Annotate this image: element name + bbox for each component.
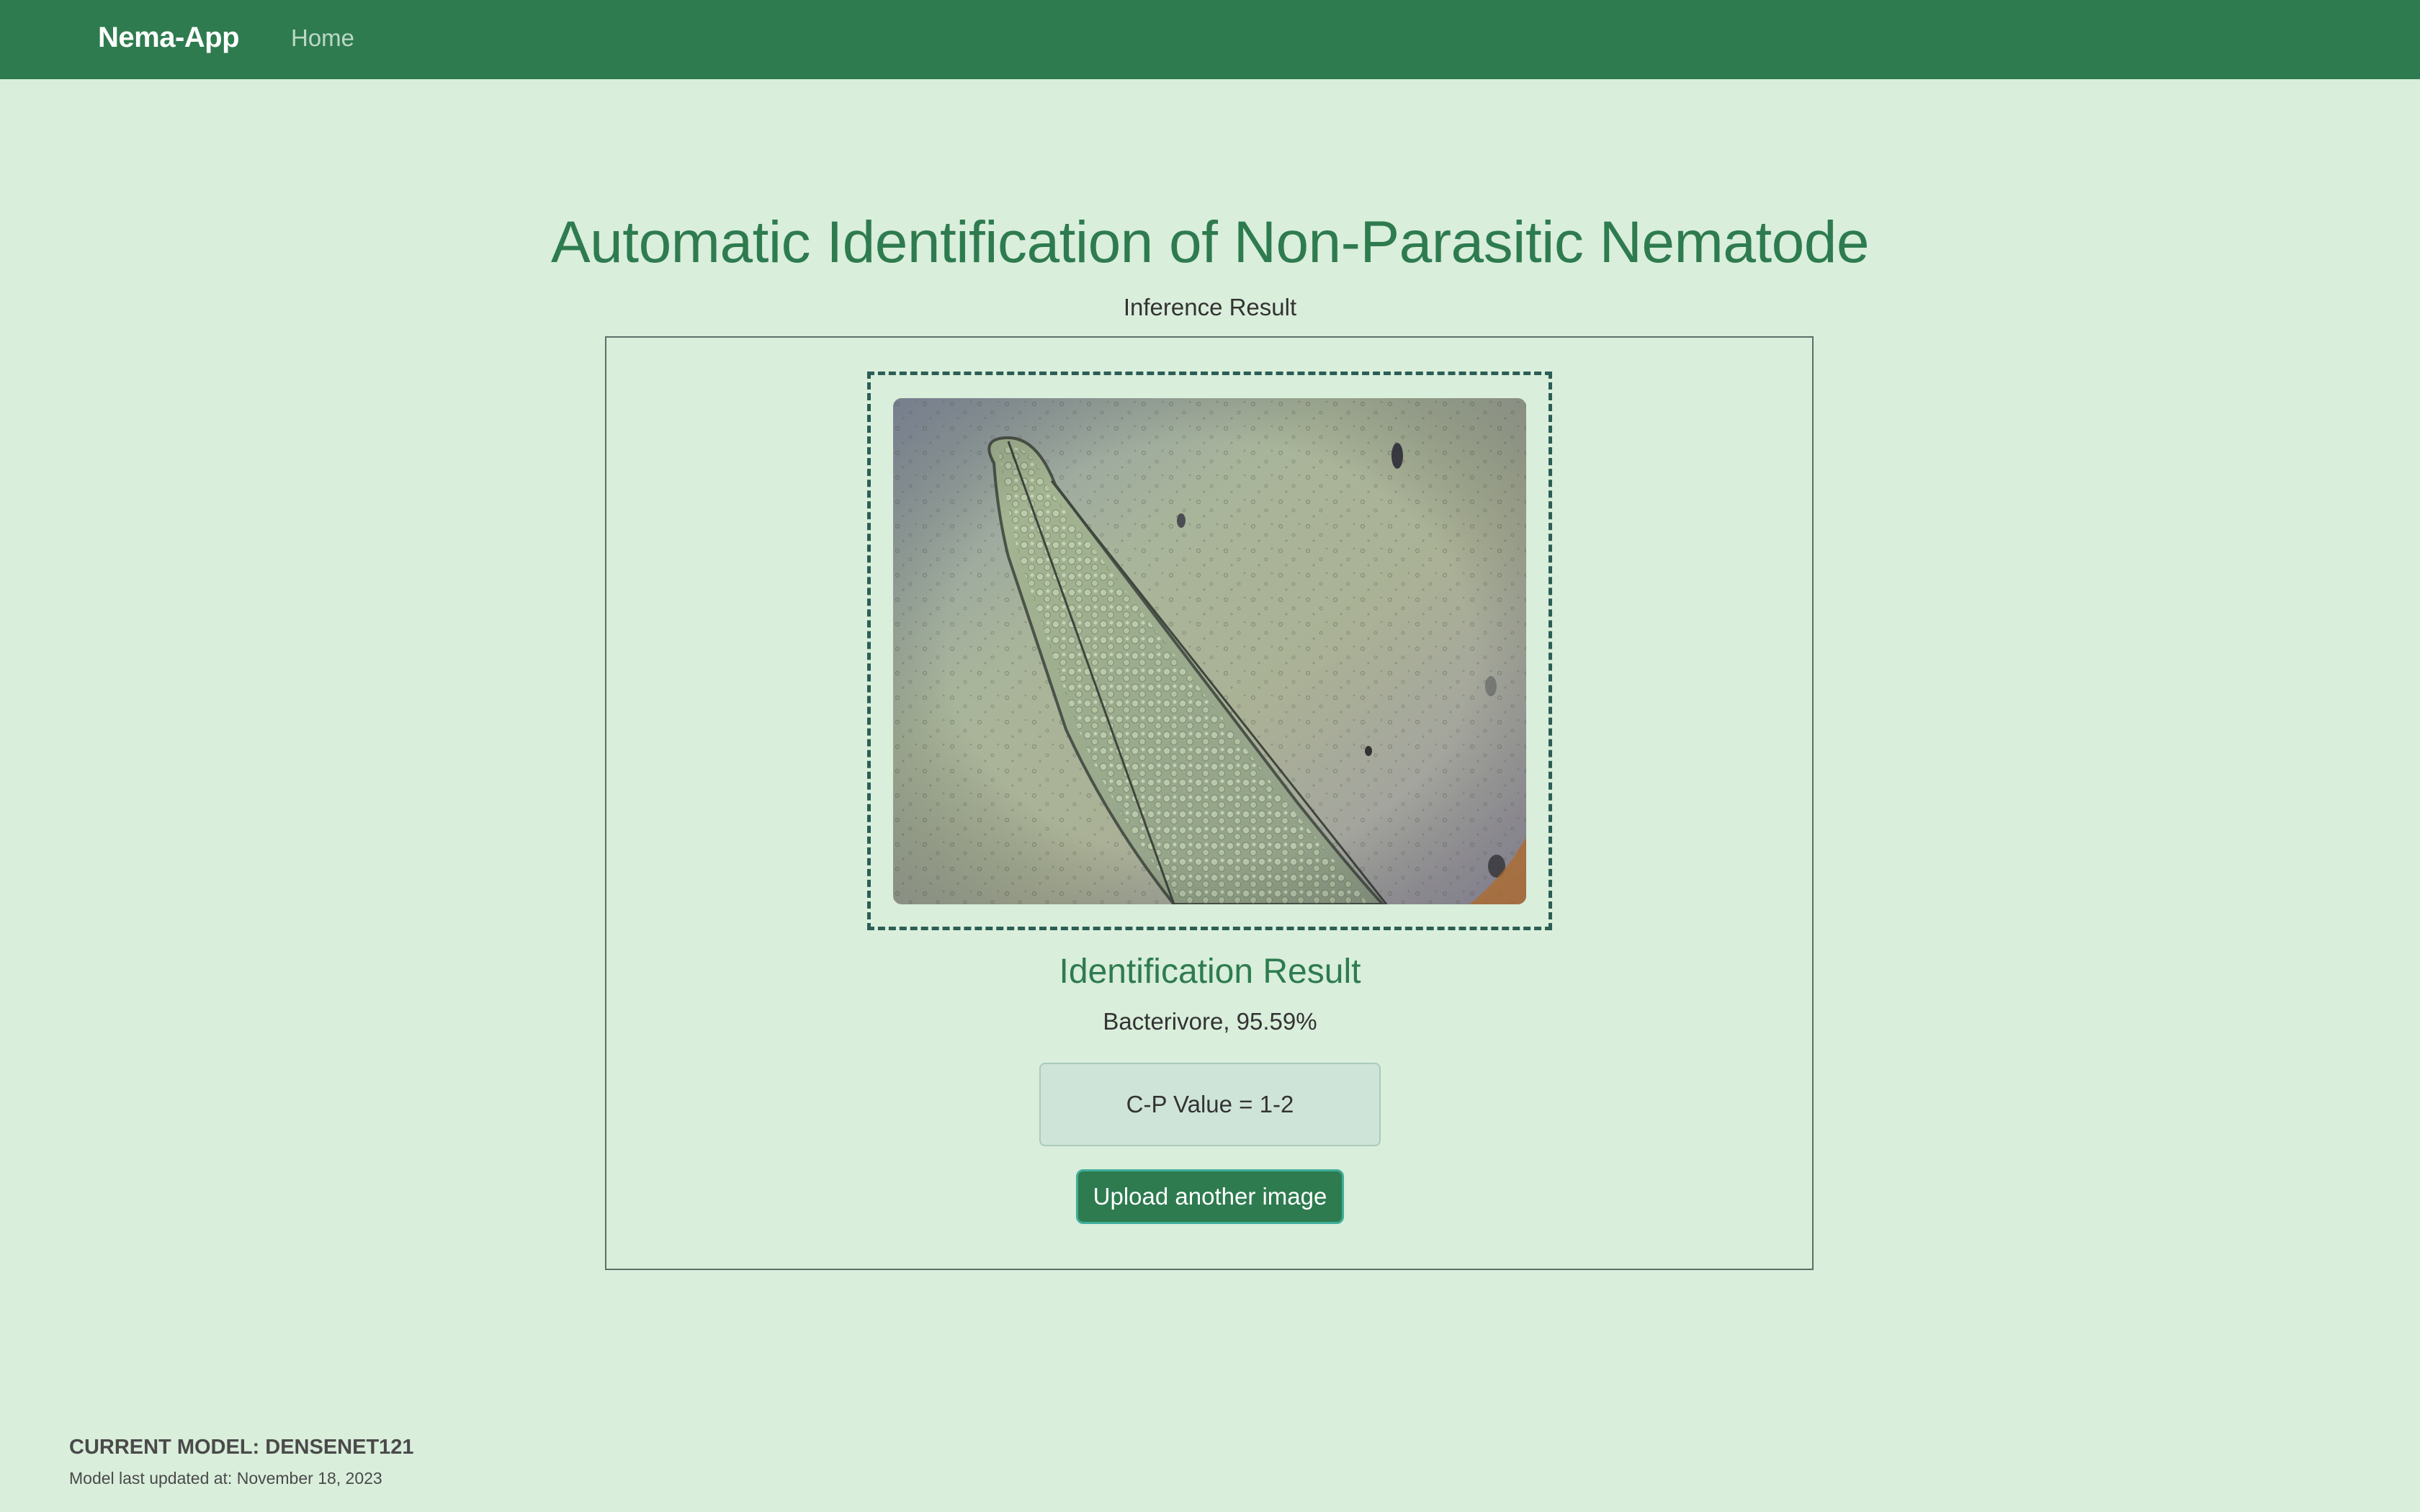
upload-another-image-button[interactable]: Upload another image — [1076, 1169, 1344, 1224]
page-title: Automatic Identification of Non-Parasiti… — [550, 210, 1870, 275]
nav-link-home[interactable]: Home — [291, 24, 354, 52]
uploaded-microscope-image — [893, 398, 1526, 904]
top-navbar: Nema-App Home — [0, 0, 2420, 79]
identification-result-heading: Identification Result — [1059, 953, 1361, 991]
brand-logo[interactable]: Nema-App — [98, 22, 240, 54]
identification-result-value: Bacterivore, 95.59% — [1103, 1008, 1317, 1035]
page-subtitle: Inference Result — [1123, 294, 1297, 320]
current-model-label: CURRENT MODEL: DENSENET121 — [69, 1436, 414, 1459]
model-updated-label: Model last updated at: November 18, 2023 — [69, 1469, 382, 1488]
cp-value-badge: C-P Value = 1-2 — [1039, 1063, 1381, 1146]
